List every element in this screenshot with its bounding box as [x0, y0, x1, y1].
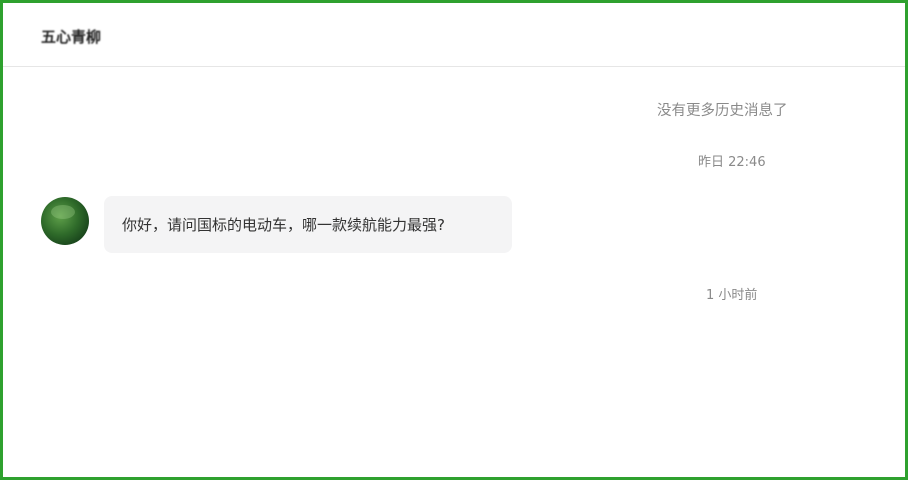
contact-avatar[interactable]	[41, 197, 89, 245]
no-more-history-notice: 没有更多历史消息了	[657, 103, 788, 119]
chat-window: 五心青柳 没有更多历史消息了 昨日 22:46 你好，请问国标的电动车，哪一款续…	[0, 0, 908, 480]
message-timestamp-recent: 1 小时前	[706, 288, 758, 303]
message-bubble[interactable]: 你好，请问国标的电动车，哪一款续航能力最强?	[104, 196, 512, 253]
contact-name: 五心青柳	[41, 28, 102, 46]
message-timestamp: 昨日 22:46	[698, 155, 766, 170]
message-text: 你好，请问国标的电动车，哪一款续航能力最强?	[122, 216, 445, 234]
chat-header: 五心青柳	[3, 3, 905, 67]
